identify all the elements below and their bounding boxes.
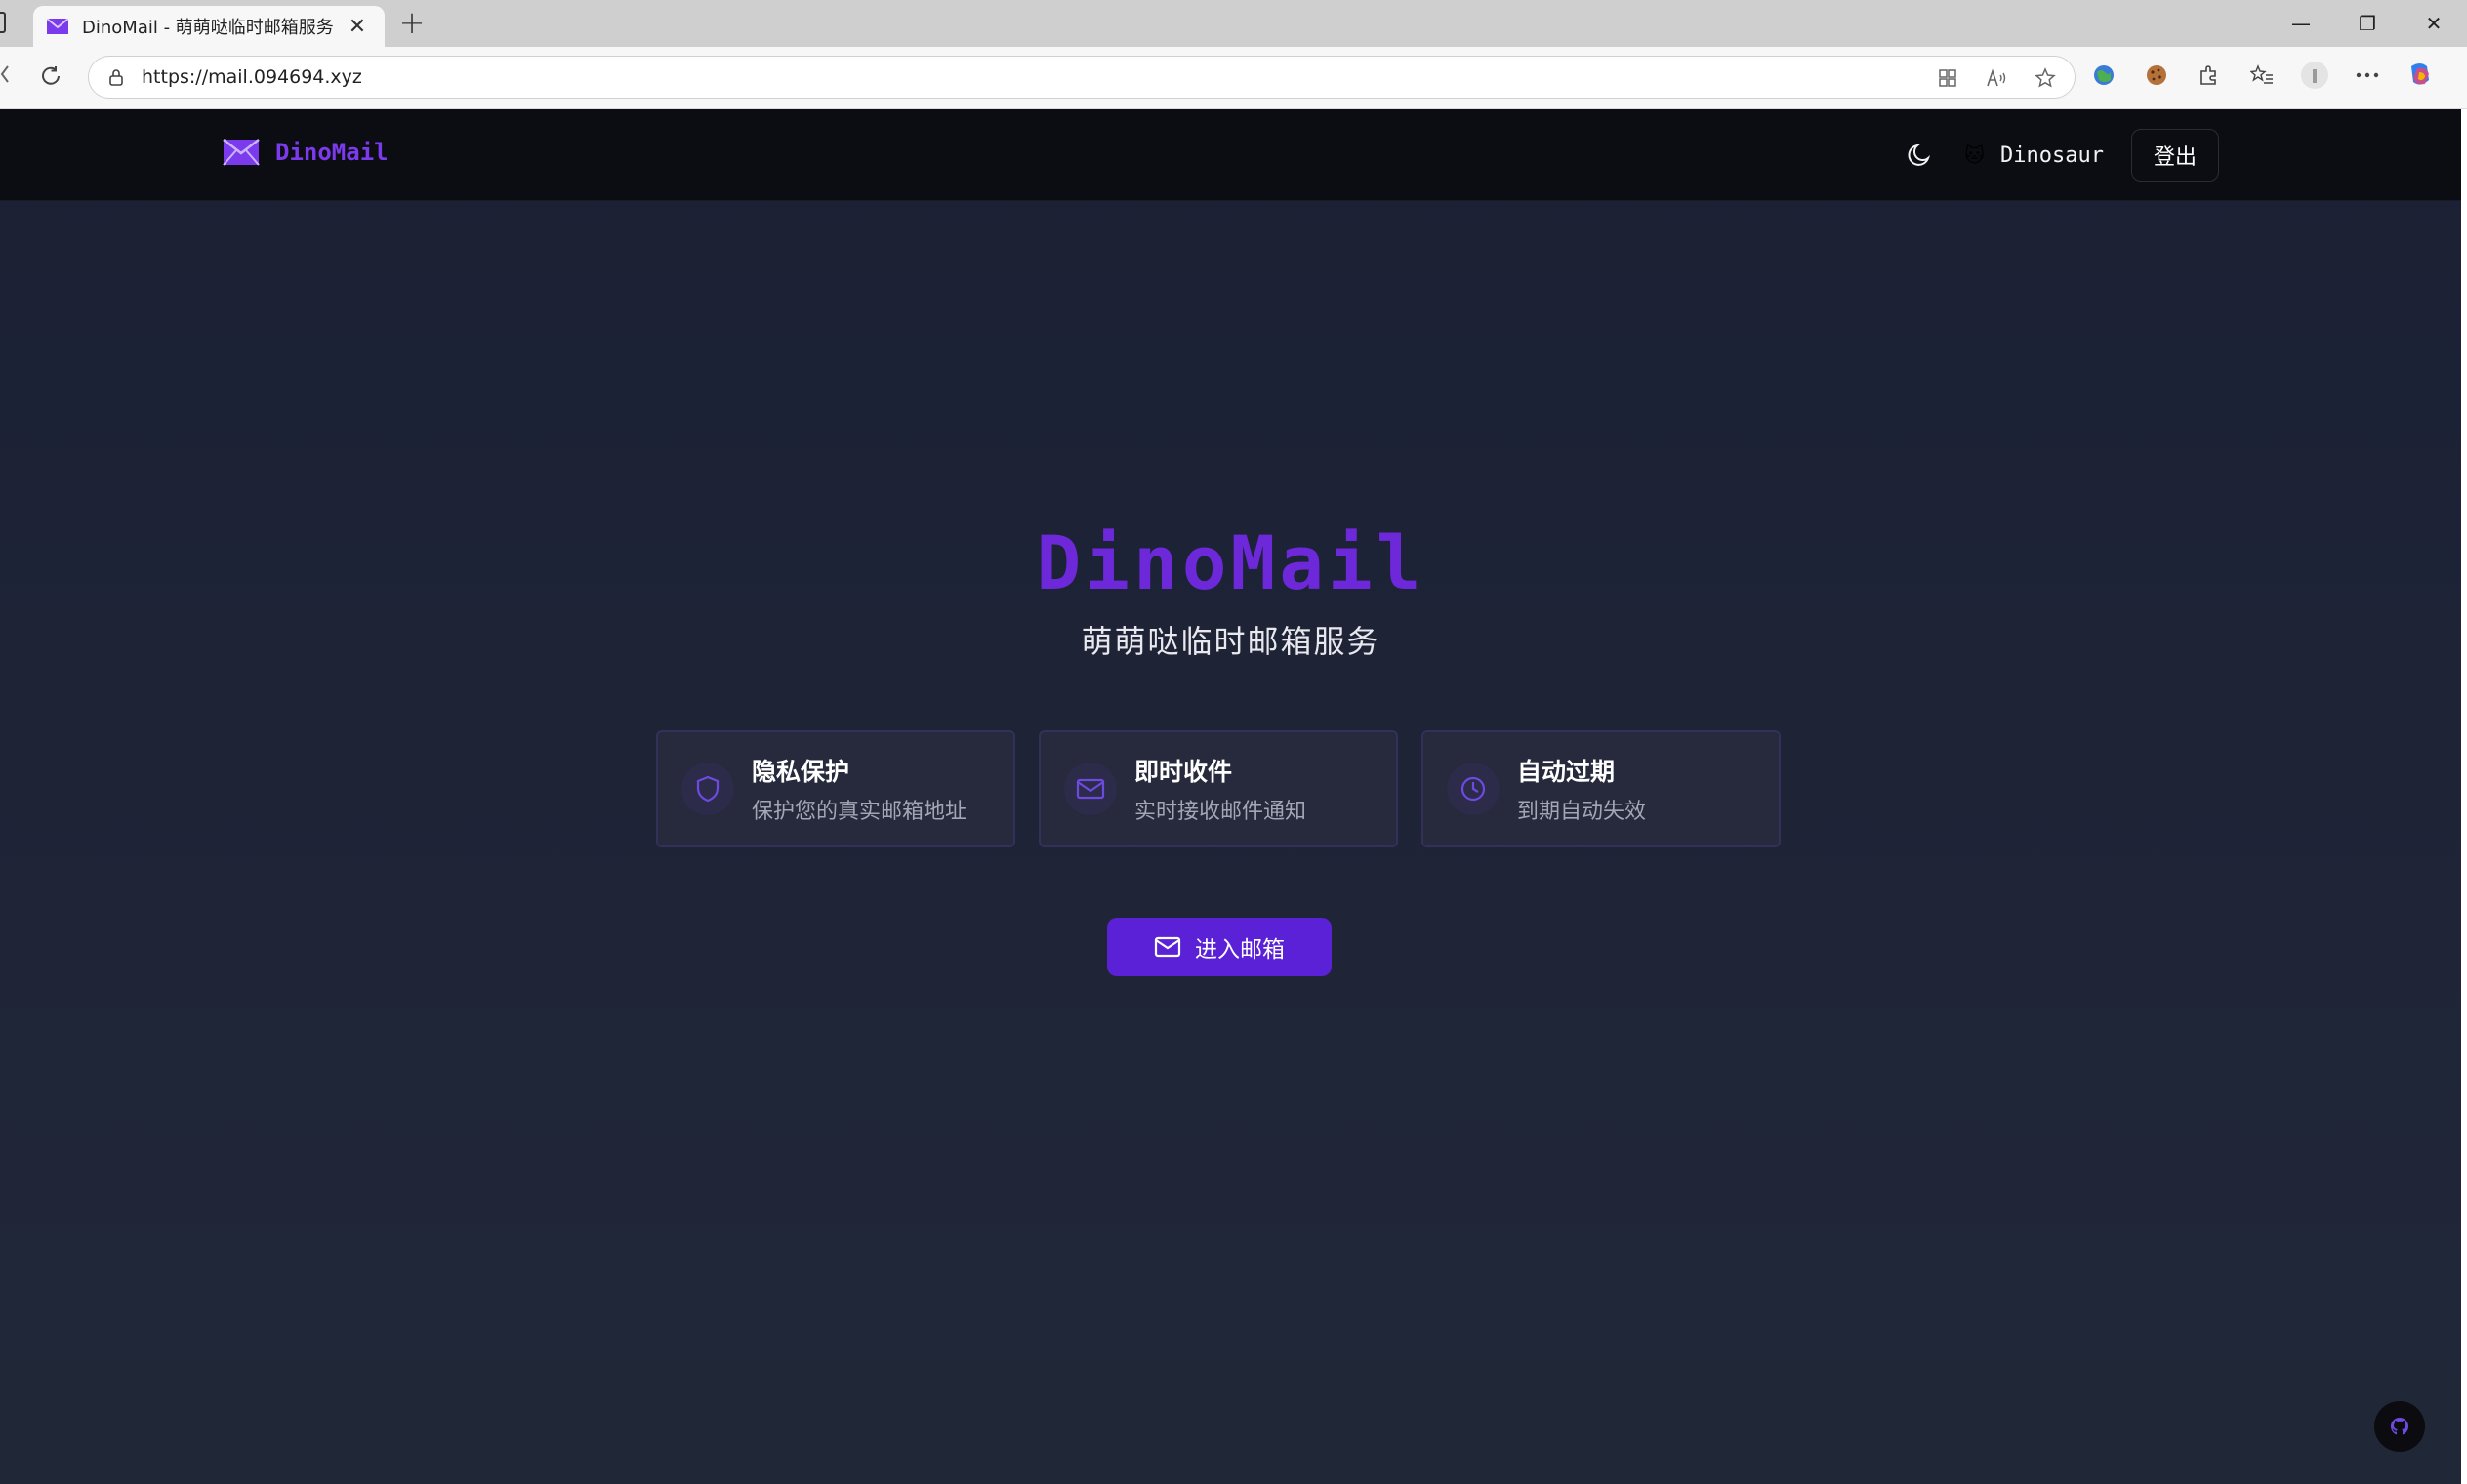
header-actions: 🐱 Dinosaur 登出 [1894, 129, 2219, 182]
address-toolbar: https://mail.094694.xyz [0, 47, 2467, 109]
enter-mailbox-button[interactable]: 进入邮箱 [1107, 918, 1332, 976]
feature-card-expiry: 自动过期 到期自动失效 [1421, 730, 1781, 847]
mail-icon [1064, 763, 1117, 815]
feature-desc: 保护您的真实邮箱地址 [752, 800, 967, 824]
brand-logo-link[interactable]: DinoMail [223, 139, 389, 166]
enter-mailbox-label: 进入邮箱 [1195, 937, 1285, 963]
globe-extension-icon[interactable] [2087, 59, 2120, 92]
url-bar[interactable]: https://mail.094694.xyz [88, 56, 2076, 99]
copilot-icon[interactable] [2404, 59, 2437, 92]
feature-cards: 隐私保护 保护您的真实邮箱地址 即时收件 实时接收邮件通知 自动过期 到期自动失… [656, 730, 1781, 847]
profile-avatar-icon[interactable] [2298, 59, 2331, 92]
window-edge [2461, 109, 2467, 1484]
username: Dinosaur [2000, 143, 2104, 168]
user-avatar-icon: 🐱 [1964, 144, 1986, 167]
github-link-button[interactable] [2374, 1401, 2425, 1452]
page-content: DinoMail 🐱 Dinosaur 登出 DinoMail 萌萌哒临时邮箱服… [0, 109, 2461, 1484]
hero-subtitle: 萌萌哒临时邮箱服务 [1081, 623, 1380, 660]
site-header: DinoMail 🐱 Dinosaur 登出 [0, 109, 2461, 201]
tab-close-icon[interactable]: ✕ [344, 15, 371, 39]
github-icon [2390, 1417, 2409, 1435]
restore-button[interactable]: ❐ [2334, 0, 2401, 47]
url-actions [1934, 64, 2059, 92]
back-arrow-icon[interactable] [0, 64, 10, 90]
read-aloud-icon[interactable] [1983, 64, 2010, 92]
logout-button[interactable]: 登出 [2130, 129, 2219, 182]
feature-title: 隐私保护 [752, 758, 850, 786]
reload-icon[interactable] [35, 61, 66, 92]
browser-tab-bar: DinoMail - 萌萌哒临时邮箱服务 ✕ + — ❐ ✕ [0, 0, 2467, 47]
tab-title: DinoMail - 萌萌哒临时邮箱服务 [82, 18, 334, 38]
moon-icon [1908, 144, 1931, 166]
mail-logo-icon [223, 139, 260, 166]
feature-card-privacy: 隐私保护 保护您的真实邮箱地址 [656, 730, 1015, 847]
brand-name: DinoMail [275, 139, 389, 166]
new-tab-button[interactable]: + [394, 6, 430, 41]
minimize-button[interactable]: — [2268, 0, 2334, 47]
feature-card-instant: 即时收件 实时接收邮件通知 [1039, 730, 1398, 847]
favorite-star-icon[interactable] [2032, 64, 2059, 92]
url-text[interactable]: https://mail.094694.xyz [142, 66, 362, 88]
browser-tab-active[interactable]: DinoMail - 萌萌哒临时邮箱服务 ✕ [33, 6, 385, 47]
extensions-row [2087, 59, 2437, 92]
mail-icon [1154, 936, 1181, 958]
extensions-puzzle-icon[interactable] [2193, 59, 2226, 92]
theme-toggle-button[interactable] [1894, 129, 1947, 182]
previous-tab-edge[interactable] [0, 12, 6, 33]
feature-desc: 到期自动失效 [1517, 800, 1647, 824]
lock-icon[interactable] [106, 67, 126, 87]
feature-title: 自动过期 [1517, 758, 1616, 786]
cookie-extension-icon[interactable] [2140, 59, 2173, 92]
split-view-icon[interactable] [1934, 64, 1961, 92]
dinomail-favicon-icon [47, 19, 68, 34]
clock-icon [1447, 763, 1500, 815]
hero-title: DinoMail [1036, 519, 1425, 606]
shield-icon [681, 763, 734, 815]
more-menu-icon[interactable] [2351, 59, 2384, 92]
window-controls: — ❐ ✕ [2268, 0, 2467, 47]
user-profile[interactable]: 🐱 Dinosaur [1964, 144, 2104, 168]
feature-title: 即时收件 [1134, 758, 1233, 786]
favorites-list-icon[interactable] [2245, 59, 2279, 92]
close-window-button[interactable]: ✕ [2401, 0, 2467, 47]
feature-desc: 实时接收邮件通知 [1134, 800, 1307, 824]
